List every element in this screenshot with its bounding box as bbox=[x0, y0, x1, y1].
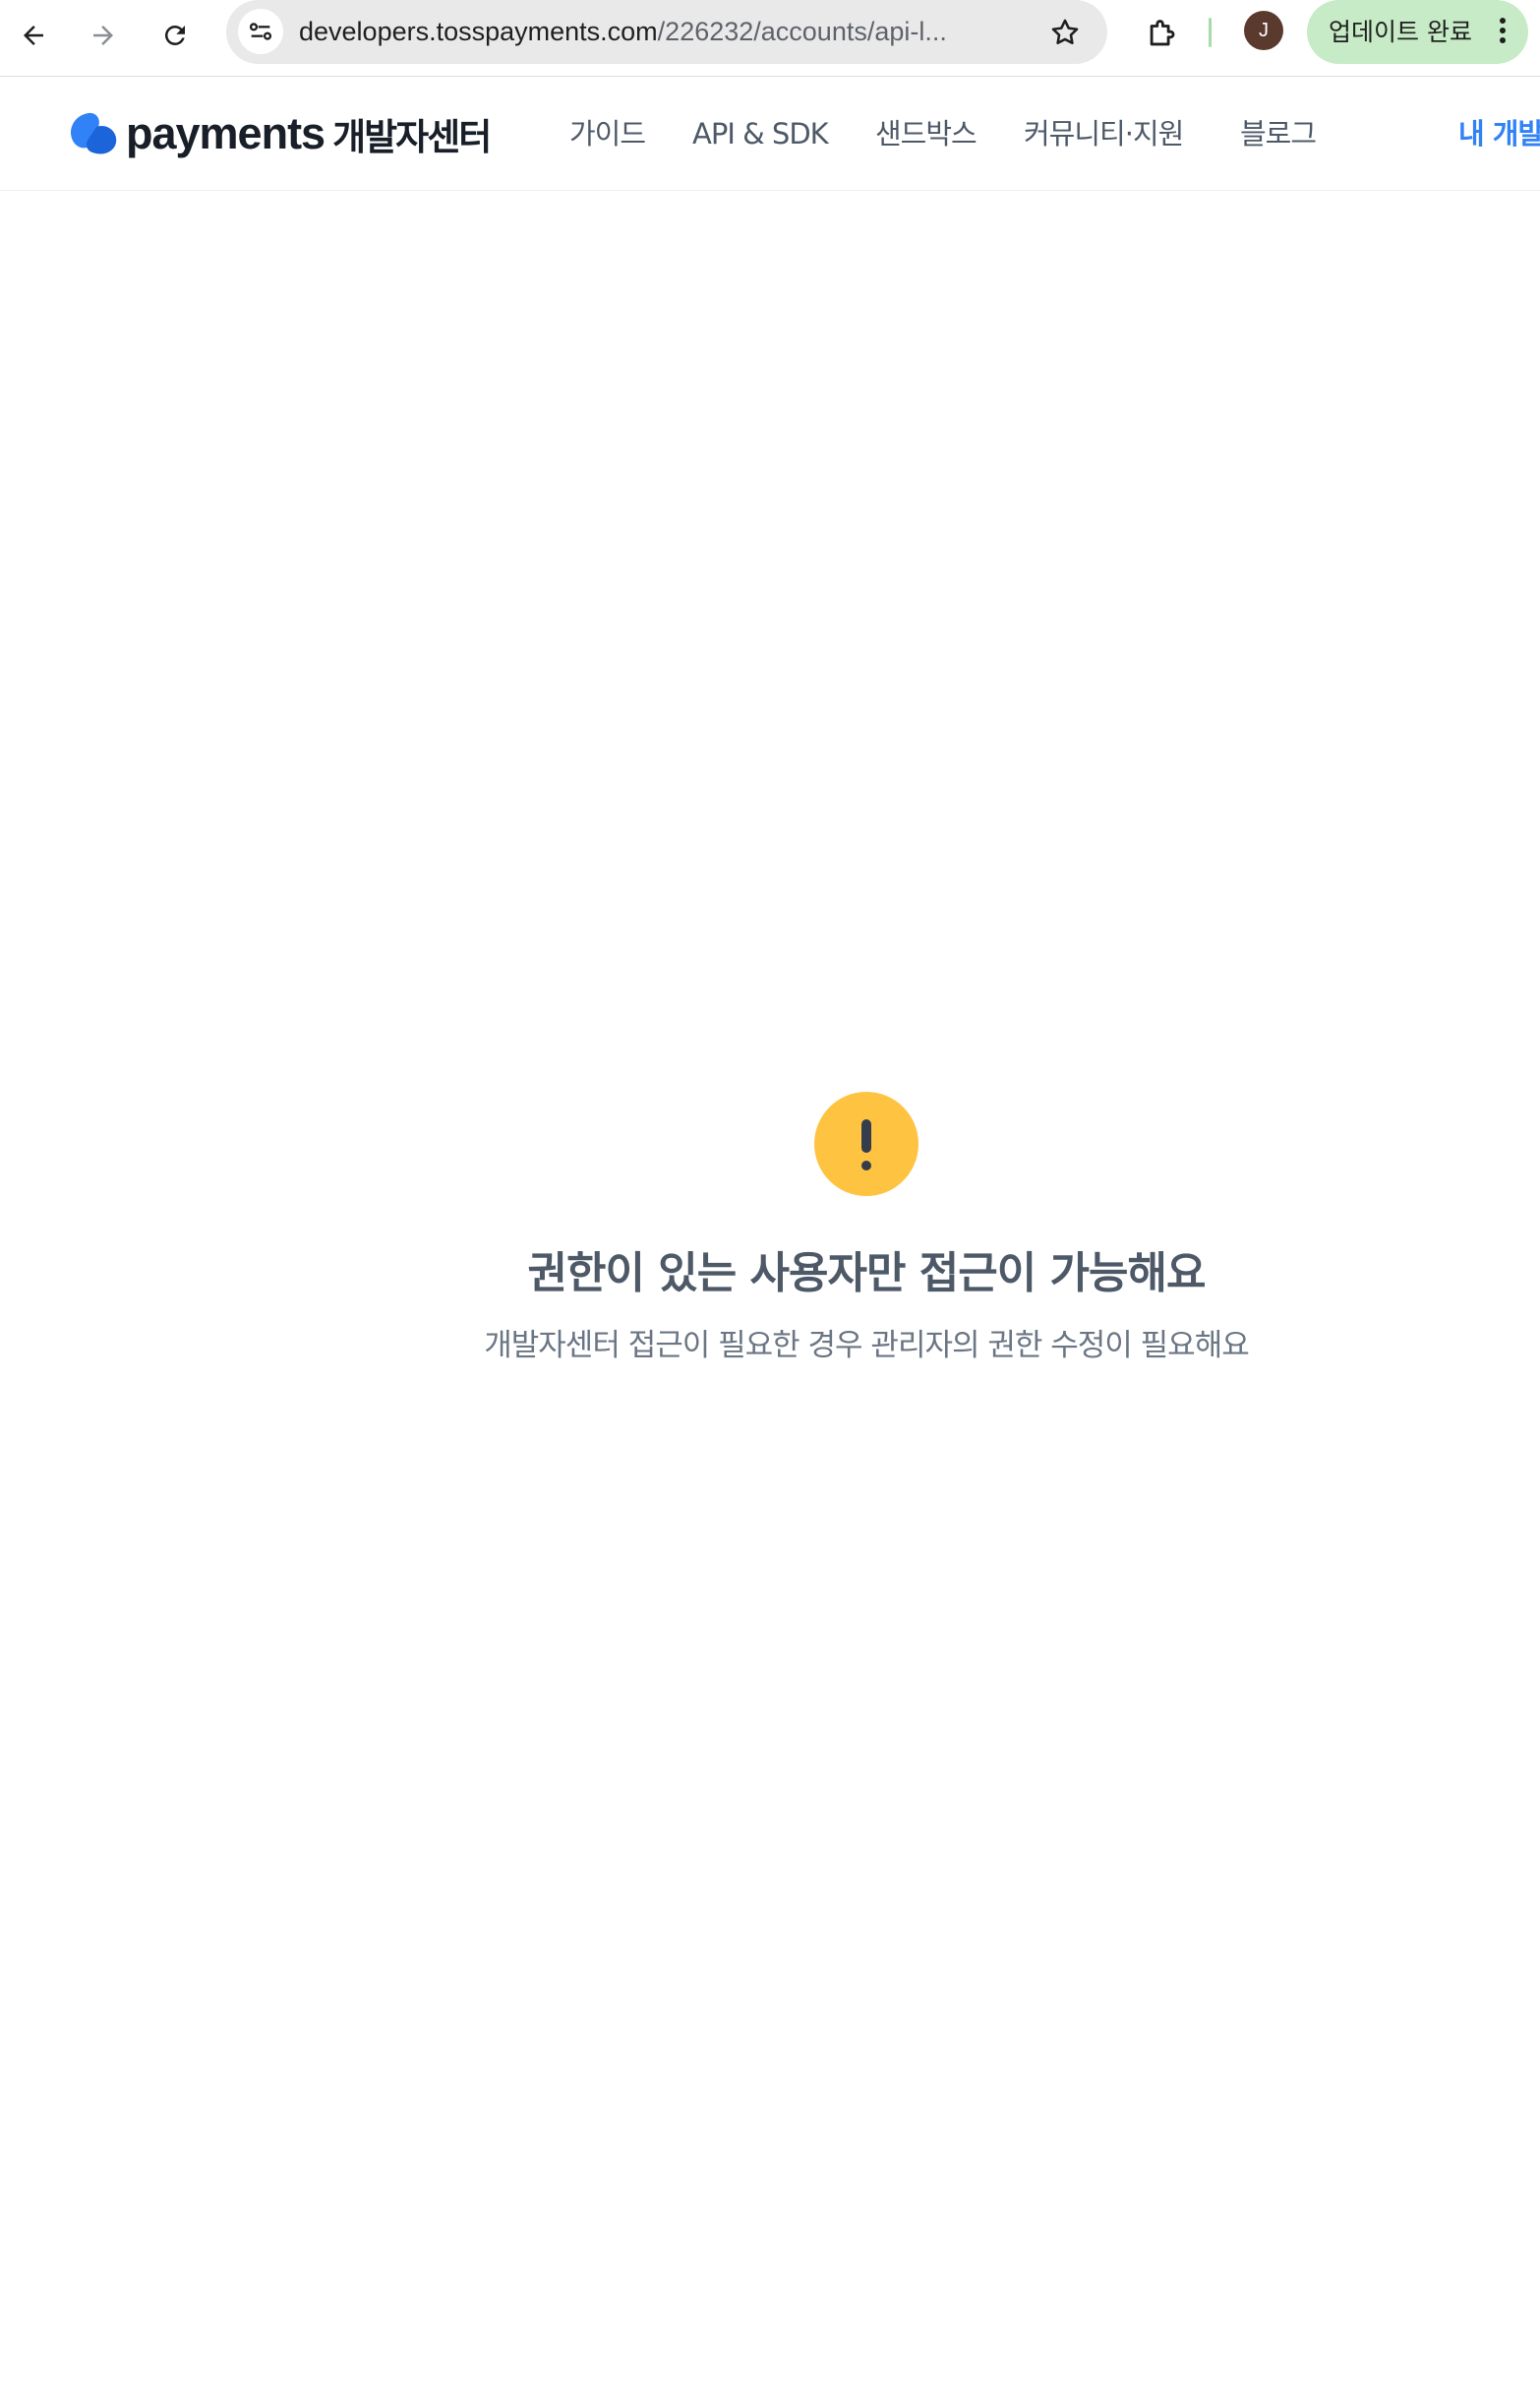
bookmark-star-icon[interactable] bbox=[1048, 16, 1082, 49]
nav-my-dev[interactable]: 내 개발 bbox=[1458, 77, 1540, 191]
update-label: 업데이트 완료 bbox=[1329, 18, 1472, 46]
menu-kebab-icon[interactable] bbox=[1499, 18, 1507, 47]
url-host: developers.tosspayments.com bbox=[299, 17, 658, 46]
extensions-button[interactable] bbox=[1139, 12, 1184, 57]
toolbar-divider bbox=[1209, 18, 1212, 47]
forward-button[interactable] bbox=[80, 12, 127, 59]
arrow-left-icon bbox=[24, 26, 43, 45]
update-button[interactable]: 업데이트 완료 bbox=[1307, 0, 1528, 64]
puzzle-icon bbox=[1150, 20, 1175, 46]
nav-sandbox[interactable]: 샌드박스 bbox=[875, 77, 977, 191]
nav-community[interactable]: 커뮤니티·지원 bbox=[1024, 77, 1184, 191]
exclamation-icon bbox=[814, 1092, 918, 1196]
reload-icon bbox=[164, 25, 185, 45]
url-text[interactable]: developers.tosspayments.com/226232/accou… bbox=[299, 0, 1046, 64]
site-logo[interactable]: payments 개발자센터 bbox=[67, 106, 492, 161]
arrow-right-icon bbox=[93, 26, 113, 45]
profile-avatar[interactable]: J bbox=[1244, 11, 1283, 50]
nav-guide[interactable]: 가이드 bbox=[569, 77, 646, 191]
logo-word: payments bbox=[126, 108, 326, 158]
toss-logo-icon bbox=[70, 112, 117, 154]
url-path: /226232/accounts/api-l... bbox=[657, 17, 947, 46]
site-header: payments 개발자센터 가이드 API & SDK 샌드박스 커뮤니티·지… bbox=[0, 77, 1540, 191]
reload-button[interactable] bbox=[151, 12, 199, 59]
address-bar[interactable]: developers.tosspayments.com/226232/accou… bbox=[226, 0, 1107, 64]
browser-toolbar: developers.tosspayments.com/226232/accou… bbox=[0, 0, 1540, 77]
nav-blog[interactable]: 블로그 bbox=[1240, 77, 1317, 191]
back-button[interactable] bbox=[10, 12, 57, 59]
notice-description: 개발자센터 접근이 필요한 경우 관리자의 권한 수정이 필요해요 bbox=[484, 1328, 1250, 1363]
notice-title: 권한이 있는 사용자만 접근이 가능해요 bbox=[527, 1248, 1207, 1298]
logo-subtitle: 개발자센터 bbox=[332, 116, 492, 158]
site-settings-icon[interactable] bbox=[238, 9, 283, 54]
nav-api-sdk[interactable]: API & SDK bbox=[692, 77, 829, 191]
